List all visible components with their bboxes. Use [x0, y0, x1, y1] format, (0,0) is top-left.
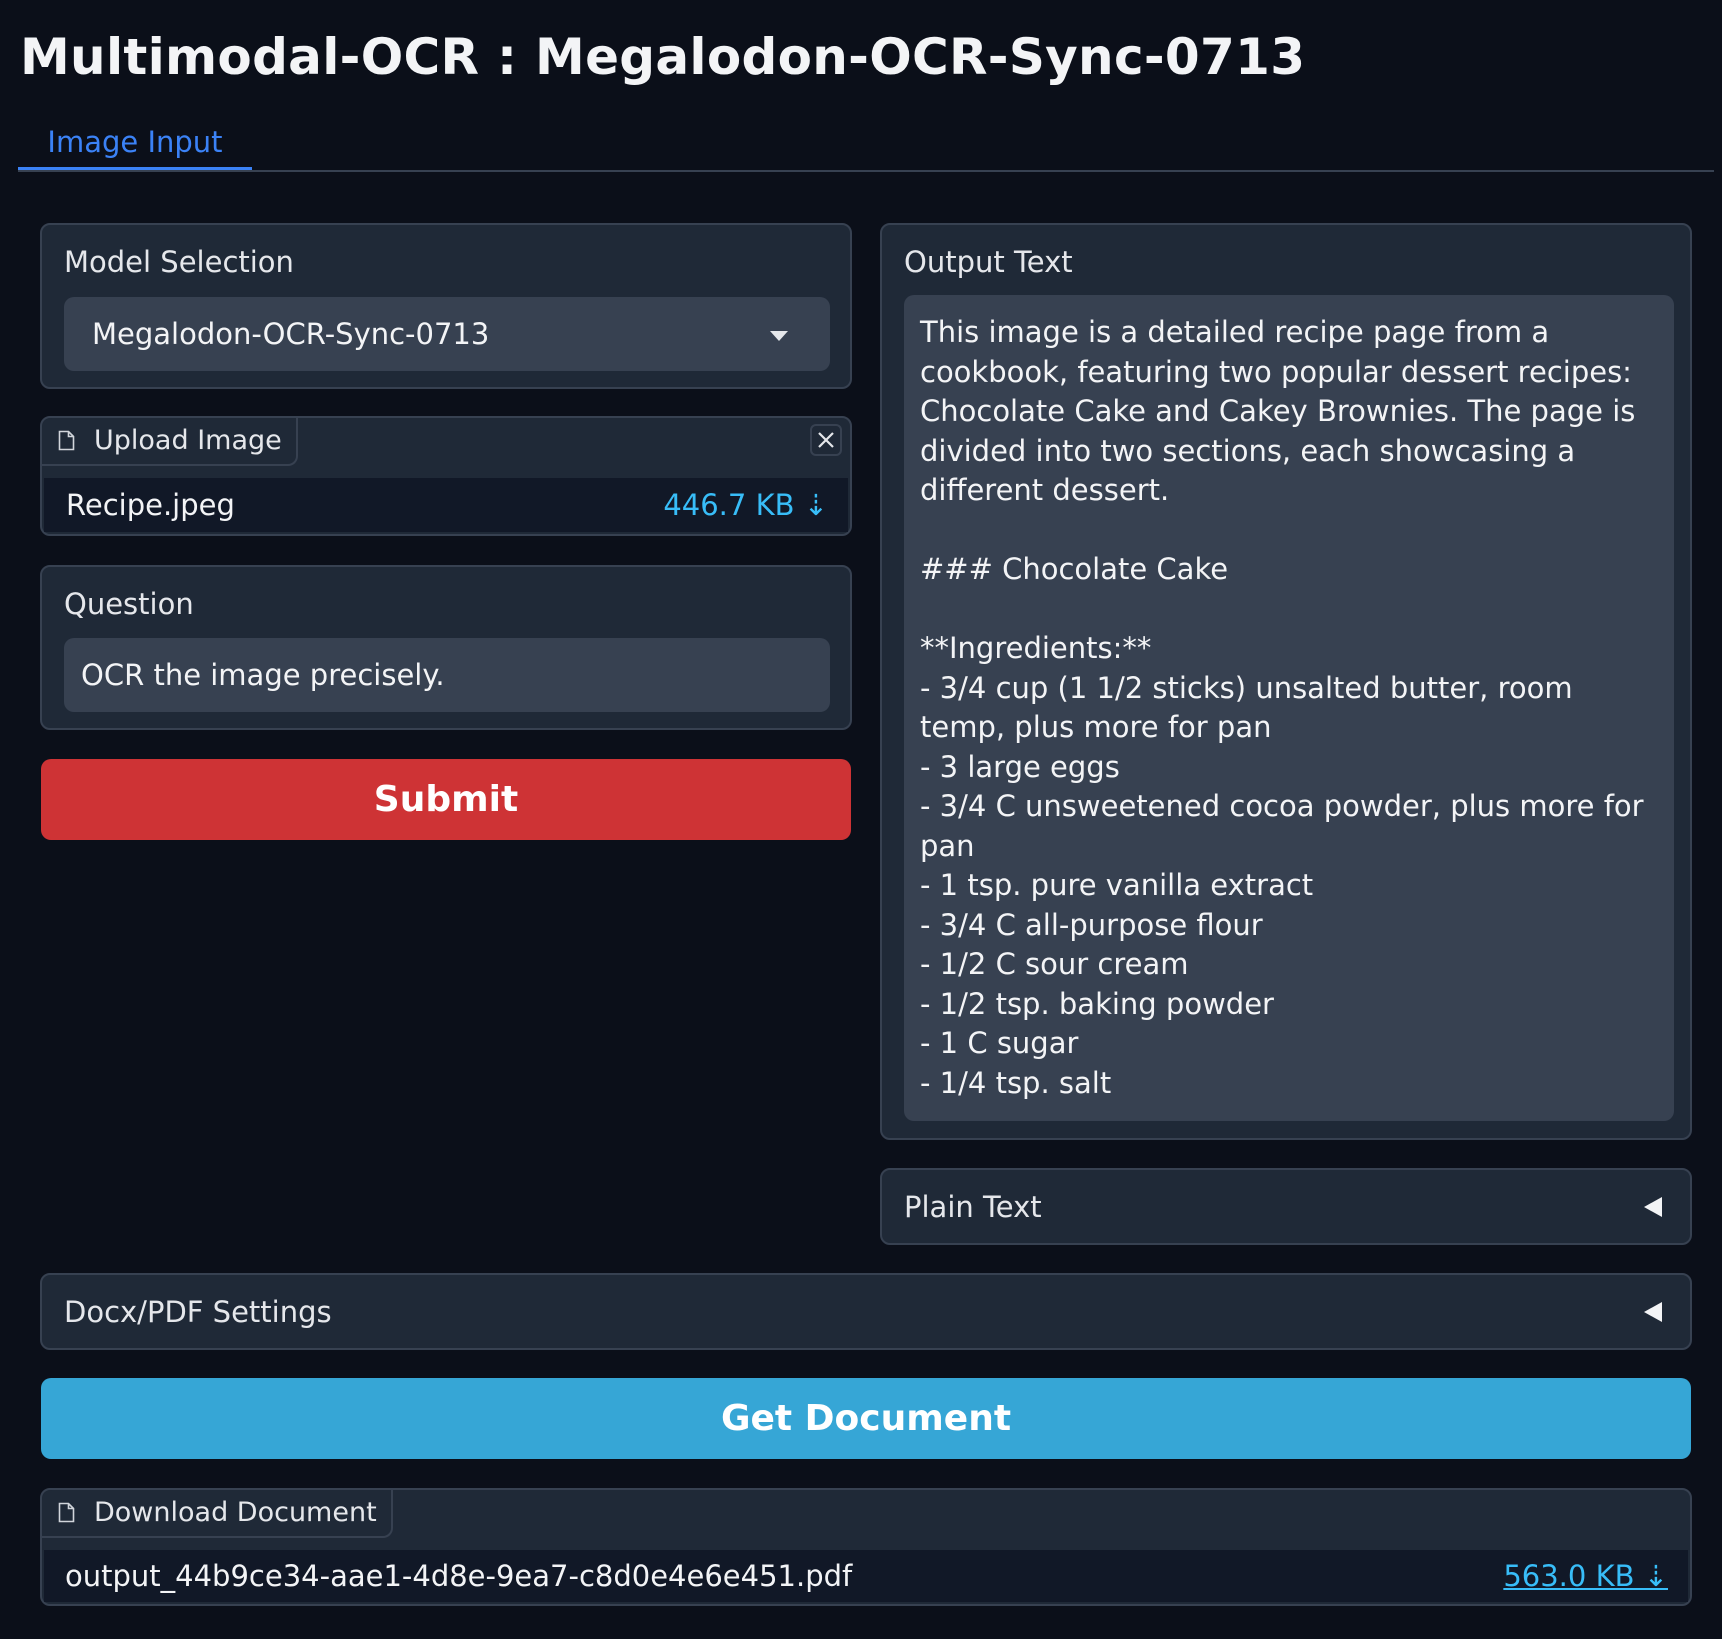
triangle-left-icon [1644, 1302, 1662, 1322]
triangle-left-icon [1644, 1197, 1662, 1217]
plain-text-accordion[interactable]: Plain Text [880, 1168, 1692, 1245]
tab-image-input[interactable]: Image Input [18, 120, 252, 170]
page-title: Multimodal-OCR : Megalodon-OCR-Sync-0713 [20, 28, 1306, 86]
model-dropdown[interactable]: Megalodon-OCR-Sync-0713 [64, 297, 830, 371]
plain-text-label: Plain Text [904, 1190, 1042, 1224]
download-document-panel: Download Document output_44b9ce34-aae1-4… [40, 1488, 1692, 1606]
docx-pdf-settings-label: Docx/PDF Settings [64, 1295, 332, 1329]
download-file-size-link[interactable]: 563.0 KB ⇣ [1503, 1550, 1668, 1602]
output-textarea[interactable]: This image is a detailed recipe page fro… [904, 295, 1674, 1121]
submit-button[interactable]: Submit [41, 759, 851, 840]
question-panel: Question OCR the image precisely. [40, 565, 852, 730]
uploaded-file-row[interactable]: Recipe.jpeg 446.7 KB ⇣ [44, 478, 848, 532]
question-input[interactable]: OCR the image precisely. [64, 638, 830, 712]
close-icon[interactable] [810, 424, 842, 456]
chevron-down-icon [770, 331, 788, 341]
model-dropdown-value: Megalodon-OCR-Sync-0713 [92, 317, 490, 351]
upload-image-label: Upload Image [94, 425, 282, 456]
get-document-button[interactable]: Get Document [41, 1378, 1691, 1459]
download-file-row[interactable]: output_44b9ce34-aae1-4d8e-9ea7-c8d0e4e6e… [44, 1550, 1688, 1602]
uploaded-filename: Recipe.jpeg [66, 488, 235, 522]
docx-pdf-settings-accordion[interactable]: Docx/PDF Settings [40, 1273, 1692, 1350]
uploaded-file-size[interactable]: 446.7 KB ⇣ [663, 478, 828, 532]
question-label: Question [64, 587, 194, 621]
model-selection-panel: Model Selection Megalodon-OCR-Sync-0713 [40, 223, 852, 389]
output-text-panel: Output Text This image is a detailed rec… [880, 223, 1692, 1140]
download-filename: output_44b9ce34-aae1-4d8e-9ea7-c8d0e4e6e… [65, 1559, 853, 1593]
output-text-label: Output Text [904, 245, 1073, 279]
download-document-label: Download Document [94, 1497, 377, 1528]
upload-image-badge: Upload Image [42, 418, 298, 466]
file-icon [58, 430, 75, 451]
model-selection-label: Model Selection [64, 245, 294, 279]
file-icon [58, 1502, 75, 1523]
upload-image-panel: Upload Image Recipe.jpeg 446.7 KB ⇣ [40, 416, 852, 536]
tab-bar: Image Input [18, 120, 1714, 172]
download-document-badge: Download Document [42, 1490, 393, 1538]
